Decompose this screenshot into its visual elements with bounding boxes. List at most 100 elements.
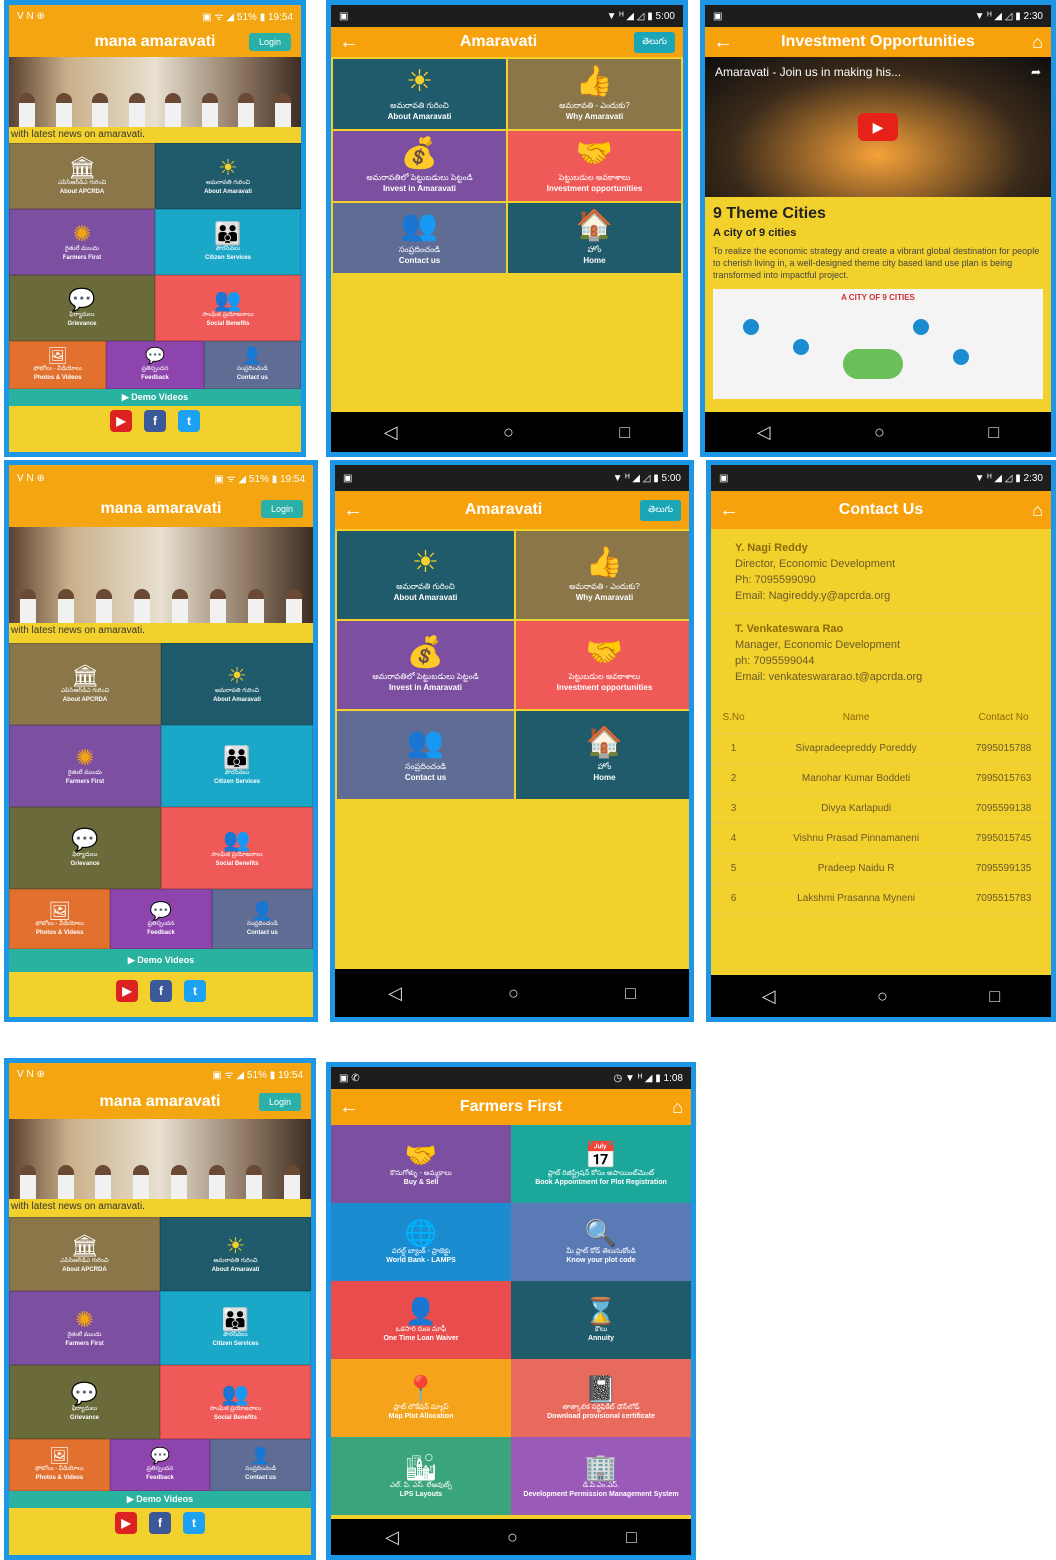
back-nav-icon[interactable]: ◁	[388, 983, 402, 1004]
app-header: ← Investment Opportunities ⌂	[705, 27, 1051, 57]
home-nav-icon[interactable]: ○	[508, 983, 519, 1004]
tile-grievance[interactable]: 💬 ఫిర్యాదులు Grievance	[9, 807, 161, 889]
recents-nav-icon[interactable]: □	[988, 422, 999, 443]
tile-citizen-services[interactable]: 👪 పౌరసేవలు Citizen Services	[160, 1291, 311, 1365]
back-nav-icon[interactable]: ◁	[384, 422, 398, 443]
back-arrow-icon[interactable]: ←	[339, 31, 363, 54]
tile-invest[interactable]: 💰 అమరావతిలో పెట్టుబడులు పెట్టండి Invest in…	[333, 131, 506, 201]
tile-contact-us[interactable]: 👥 సంప్రదించండి Contact us	[333, 203, 506, 273]
facebook-icon[interactable]: f	[144, 410, 166, 432]
tile-feedback[interactable]: 💬 ప్రతిస్పందన Feedback	[106, 341, 204, 389]
login-button[interactable]: Login	[260, 500, 303, 518]
person-icon: 👤	[250, 1448, 271, 1465]
home-nav-icon[interactable]: ○	[507, 1527, 518, 1548]
home-nav-icon[interactable]: ○	[503, 422, 514, 443]
tile-dpms[interactable]: 🏢 డి.పి.ఎం.ఎస్. Development Permission Man…	[511, 1437, 691, 1515]
tile-investment-opportunities[interactable]: 🤝 పెట్టుబడుల అవకాశాలు Investment opportuni…	[516, 621, 689, 709]
tile-grievance[interactable]: 💬 ఫిర్యాదులు Grievance	[9, 1365, 160, 1439]
tile-about-apcrda[interactable]: 🏛 ఎపిసిఆర్‌డిఎ గురించి About APCRDA	[9, 643, 161, 725]
tile-home[interactable]: 🏠 హోం Home	[508, 203, 681, 273]
tile-about-apcrda[interactable]: 🏛 ఎపిసిఆర్‌డిఎ గురించి About APCRDA	[9, 143, 155, 209]
recents-nav-icon[interactable]: □	[619, 422, 630, 443]
home-nav-icon[interactable]: ○	[874, 422, 885, 443]
tile-photos-videos[interactable]: 🖼 ఫోటోలు - వీడియోలు Photos & Videos	[9, 889, 111, 949]
demo-videos-button[interactable]: ▶ Demo Videos	[9, 389, 301, 406]
tile-lps-layouts[interactable]: 🏙 ఎల్. పి. ఎస్. లేఅవుట్స్ LPS Layouts	[331, 1437, 511, 1515]
tile-social-benefits[interactable]: 👥 సాంఘిక ప్రయోజనాలు Social Benefits	[160, 1365, 311, 1439]
tile-buy-sell[interactable]: 🤝 కొనుగోళ్ళు - అమ్మకాలు Buy & Sell	[331, 1125, 511, 1203]
tile-about-amaravati[interactable]: ☀ అమరావతి గురించి About Amaravati	[161, 643, 313, 725]
login-button[interactable]: Login	[258, 1093, 301, 1111]
back-nav-icon[interactable]: ◁	[385, 1527, 399, 1548]
tile-social-benefits[interactable]: 👥 సాంఘిక ప్రయోజనాలు Social Benefits	[161, 807, 313, 889]
youtube-icon[interactable]: ▶	[115, 1512, 137, 1534]
page-title: Amaravati	[459, 33, 538, 50]
tile-social-benefits[interactable]: 👥 సాంఘిక ప్రయోజనాలు Social Benefits	[155, 275, 301, 341]
tile-about-amaravati[interactable]: ☀ అమరావతి గురించి About Amaravati	[333, 59, 506, 129]
home-icon[interactable]: ⌂	[659, 1097, 683, 1118]
tile-world-bank[interactable]: 🌐 వరల్డ్ బ్యాంక్ - ప్రాజెక్టు World Bank -…	[331, 1203, 511, 1281]
home-nav-icon[interactable]: ○	[877, 986, 888, 1007]
youtube-icon[interactable]: ▶	[116, 980, 138, 1002]
home-icon[interactable]: ⌂	[1019, 500, 1043, 521]
tile-farmers-first[interactable]: ✺ రైతులే ముందు Farmers First	[9, 725, 161, 807]
tile-know-plot-code[interactable]: 🔍 మీ ప్లాట్ కోడ్ తెలుసుకోండి Know your plo…	[511, 1203, 691, 1281]
language-toggle[interactable]: తెలుగు	[634, 31, 675, 53]
facebook-icon[interactable]: f	[149, 1512, 171, 1534]
back-arrow-icon[interactable]: ←	[719, 499, 743, 522]
tile-feedback[interactable]: 💬 ప్రతిస్పందన Feedback	[110, 889, 212, 949]
back-arrow-icon[interactable]: ←	[343, 499, 367, 522]
recents-nav-icon[interactable]: □	[626, 1527, 637, 1548]
tile-farmers-first[interactable]: ✺ రైతులే ముందు Farmers First	[9, 1291, 160, 1365]
twitter-icon[interactable]: t	[183, 1512, 205, 1534]
tile-investment-opportunities[interactable]: 🤝 పెట్టుబడుల అవకాశాలు Investment opportuni…	[508, 131, 681, 201]
tile-farmers-first[interactable]: ✺ రైతులే ముందు Farmers First	[9, 209, 155, 275]
tile-contact-us[interactable]: 👤 సంప్రదించండి Contact us	[210, 1439, 311, 1491]
tile-about-apcrda[interactable]: 🏛 ఎపిసిఆర్‌డిఎ గురించి About APCRDA	[9, 1217, 160, 1291]
contact-email[interactable]: Email: venkateswararao.t@apcrda.org	[735, 670, 1027, 686]
twitter-icon[interactable]: t	[184, 980, 206, 1002]
tile-download-certificate[interactable]: 📓 తాత్కాలిక సర్టిఫికేట్ డౌన్‌లోడ్ Download…	[511, 1359, 691, 1437]
tile-about-amaravati[interactable]: ☀ అమరావతి గురించి About Amaravati	[337, 531, 514, 619]
tile-contact-us[interactable]: 👥 సంప్రదించండి Contact us	[337, 711, 514, 799]
demo-videos-button[interactable]: ▶ Demo Videos	[9, 1491, 311, 1508]
contact-email[interactable]: Email: Nagireddy.y@apcrda.org	[735, 589, 1027, 605]
home-icon[interactable]: ⌂	[1019, 32, 1043, 53]
youtube-icon[interactable]: ▶	[110, 410, 132, 432]
tile-about-amaravati[interactable]: ☀ అమరావతి గురించి About Amaravati	[160, 1217, 311, 1291]
tile-why-amaravati[interactable]: 👍 అమరావతి - ఎందుకు? Why Amaravati	[508, 59, 681, 129]
map-pin-icon: 📍	[404, 1374, 438, 1404]
tile-loan-waiver[interactable]: 👤 ఒకసారి రుణ మాఫీ One Time Loan Waiver	[331, 1281, 511, 1359]
tile-why-amaravati[interactable]: 👍 అమరావతి - ఎందుకు? Why Amaravati	[516, 531, 689, 619]
tile-home[interactable]: 🏠 హోం Home	[516, 711, 689, 799]
tile-citizen-services[interactable]: 👪 పౌరసేవలు Citizen Services	[161, 725, 313, 807]
tile-invest[interactable]: 💰 అమరావతిలో పెట్టుబడులు పెట్టండి Invest in…	[337, 621, 514, 709]
video-player[interactable]: Amaravati - Join us in making his... ➦ ▶	[705, 57, 1051, 197]
tile-contact-us[interactable]: 👤 సంప్రదించండి Contact us	[211, 889, 313, 949]
tile-photos-videos[interactable]: 🖼 ఫోటోలు - వీడియోలు Photos & Videos	[9, 1439, 110, 1491]
facebook-icon[interactable]: f	[150, 980, 172, 1002]
tile-grievance[interactable]: 💬 ఫిర్యాదులు Grievance	[9, 275, 155, 341]
login-button[interactable]: Login	[248, 33, 291, 51]
tile-photos-videos[interactable]: 🖼 ఫోటోలు - వీడియోలు Photos & Videos	[9, 341, 107, 389]
share-icon[interactable]: ➦	[1031, 65, 1041, 79]
play-icon[interactable]: ▶	[858, 113, 898, 141]
back-arrow-icon[interactable]: ←	[339, 1096, 363, 1119]
recents-nav-icon[interactable]: □	[989, 986, 1000, 1007]
tile-book-appointment[interactable]: 📅 ప్లాట్ రిజిస్ట్రేషన్ కోసం అపాయింట్‌మెంట…	[511, 1125, 691, 1203]
recents-nav-icon[interactable]: □	[625, 983, 636, 1004]
demo-videos-button[interactable]: ▶ Demo Videos	[9, 949, 313, 972]
handshake-icon: 🤝	[575, 137, 614, 170]
back-nav-icon[interactable]: ◁	[757, 422, 771, 443]
back-arrow-icon[interactable]: ←	[713, 31, 737, 54]
tile-annuity[interactable]: ⌛ కౌలు Annuity	[511, 1281, 691, 1359]
sun-icon: ☀	[218, 155, 238, 180]
tile-about-amaravati[interactable]: ☀ అమరావతి గురించి About Amaravati	[155, 143, 301, 209]
tile-citizen-services[interactable]: 👪 పౌరసేవలు Citizen Services	[155, 209, 301, 275]
back-nav-icon[interactable]: ◁	[762, 986, 776, 1007]
tile-map-plot-allocation[interactable]: 📍 ప్లాట్ లొకేషన్ మ్యాప్ Map Plot Allocatio…	[331, 1359, 511, 1437]
tile-contact-us[interactable]: 👤 సంప్రదించండి Contact us	[203, 341, 301, 389]
twitter-icon[interactable]: t	[178, 410, 200, 432]
language-toggle[interactable]: తెలుగు	[640, 499, 681, 521]
tile-feedback[interactable]: 💬 ప్రతిస్పందన Feedback	[109, 1439, 211, 1491]
